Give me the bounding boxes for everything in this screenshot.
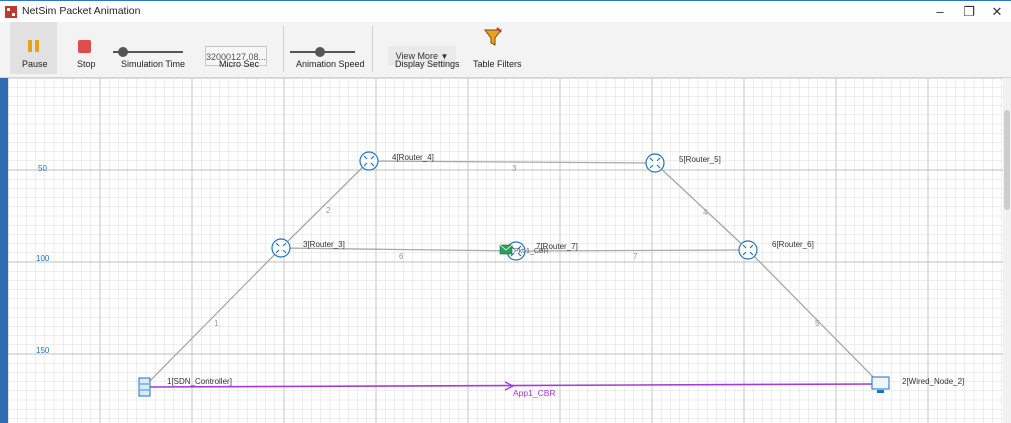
pause-label: Pause bbox=[22, 59, 48, 69]
netsim-app-icon bbox=[5, 6, 17, 18]
toolbar-separator bbox=[372, 26, 373, 72]
toolbar-separator bbox=[283, 26, 284, 72]
router-6-label: 6[Router_6] bbox=[772, 240, 814, 249]
wired-node-label: 2[Wired_Node_2] bbox=[902, 377, 964, 386]
link-label-1: 1 bbox=[214, 319, 219, 328]
pause-icon bbox=[28, 40, 32, 52]
sdn-controller-icon[interactable] bbox=[138, 377, 151, 397]
scrollbar-thumb[interactable] bbox=[1004, 110, 1010, 210]
sdn-controller-label: 1[SDN_Controller] bbox=[167, 377, 232, 386]
micro-sec-label: Micro Sec bbox=[219, 59, 260, 69]
animation-speed-label: Animation Speed bbox=[296, 59, 365, 69]
canvas-left-border bbox=[0, 78, 8, 423]
window-title: NetSim Packet Animation bbox=[22, 5, 141, 17]
link-label-6: 6 bbox=[399, 252, 404, 261]
table-filters-label: Table Filters bbox=[473, 59, 522, 69]
link-4[interactable] bbox=[654, 162, 749, 251]
network-grid: 50 100 150 1 2 3 4 5 6 7 App1_CBR 3[Rout… bbox=[7, 78, 1003, 423]
link-2[interactable] bbox=[280, 160, 370, 249]
link-label-2: 2 bbox=[326, 206, 331, 215]
minimize-button[interactable]: – bbox=[926, 3, 954, 21]
stop-icon bbox=[78, 40, 91, 53]
router-4-label: 4[Router_4] bbox=[392, 153, 434, 162]
title-bar: NetSim Packet Animation – ❐ ✕ bbox=[0, 0, 1011, 22]
link-label-4: 4 bbox=[703, 208, 708, 217]
link-label-5: 5 bbox=[815, 319, 820, 328]
display-settings-label: Display Settings bbox=[395, 59, 460, 69]
link-label-7: 7 bbox=[633, 252, 638, 261]
y-tick-50: 50 bbox=[38, 164, 47, 173]
y-tick-100: 100 bbox=[36, 254, 50, 263]
packet-label: Pkt 1_CBR bbox=[514, 248, 549, 255]
anim-speed-knob[interactable] bbox=[315, 47, 325, 57]
close-button[interactable]: ✕ bbox=[983, 3, 1011, 21]
network-canvas[interactable]: 50 100 150 1 2 3 4 5 6 7 App1_CBR 3[Rout… bbox=[0, 78, 1011, 423]
router-5-icon[interactable] bbox=[645, 153, 665, 173]
packet-envelope-icon[interactable] bbox=[499, 244, 513, 255]
router-6-icon[interactable] bbox=[738, 240, 758, 260]
router-3-icon[interactable] bbox=[271, 238, 291, 258]
maximize-button[interactable]: ❐ bbox=[955, 3, 983, 21]
stop-label: Stop bbox=[77, 59, 96, 69]
filter-icon bbox=[484, 27, 502, 46]
router-4-icon[interactable] bbox=[359, 151, 379, 171]
sim-time-knob[interactable] bbox=[118, 47, 128, 57]
simulation-time-label: Simulation Time bbox=[121, 59, 186, 69]
link-label-3: 3 bbox=[512, 164, 517, 173]
toolbar: Pause Stop Simulation Time 32000127.08..… bbox=[0, 22, 1011, 78]
router-5-label: 5[Router_5] bbox=[679, 155, 721, 164]
pause-button[interactable]: Pause bbox=[10, 22, 57, 74]
app-flow-label: App1_CBR bbox=[513, 388, 556, 398]
y-tick-150: 150 bbox=[36, 346, 50, 355]
router-3-label: 3[Router_3] bbox=[303, 240, 345, 249]
pause-icon-bar bbox=[35, 40, 39, 52]
